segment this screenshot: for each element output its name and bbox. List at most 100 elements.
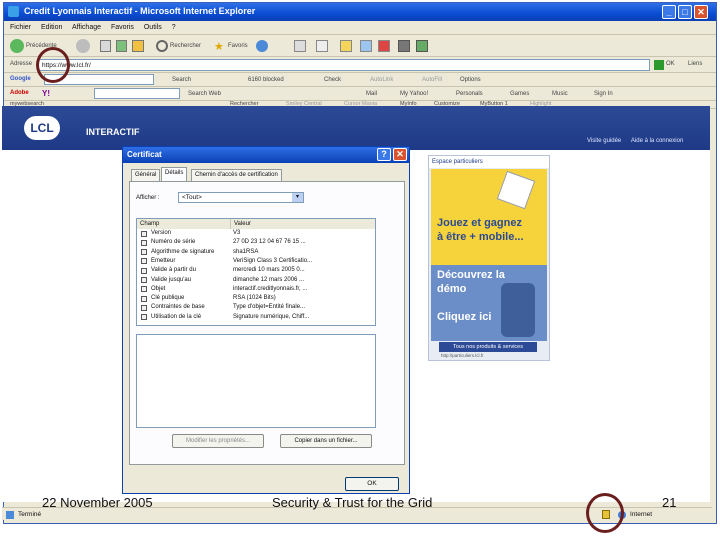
maximize-icon[interactable]: □ (678, 5, 692, 19)
favorites-label[interactable]: Favoris (228, 43, 248, 49)
ok-button[interactable]: OK (345, 477, 399, 491)
products-services-button[interactable]: Tous nos produits & services (439, 342, 537, 352)
field-name: Émetteur (151, 257, 176, 264)
menu-help[interactable]: ? (172, 24, 176, 31)
table-row[interactable]: Clé publique RSA (1024 Bits) (137, 294, 375, 303)
print-icon[interactable] (316, 40, 328, 52)
ie-logo-icon (8, 6, 19, 17)
slide-title: Security & Trust for the Grid (272, 495, 433, 510)
back-arrow-icon[interactable] (10, 39, 24, 53)
messenger-icon[interactable] (398, 40, 410, 52)
yahoo-search-web[interactable]: Search Web (188, 91, 221, 97)
edit-properties-button[interactable]: Modifier les propriétés... (172, 434, 264, 448)
google-options-button[interactable]: Options (460, 77, 481, 83)
field-name: Version (151, 230, 172, 236)
chevron-down-icon[interactable]: ▾ (292, 193, 303, 202)
certificate-field-icon (141, 314, 147, 321)
yahoo-games[interactable]: Games (510, 91, 529, 97)
table-row[interactable]: Émetteur VeriSign Class 3 Certificatio... (137, 257, 375, 266)
lcl-header: LCL INTERACTIF Visite guidée Aide à la c… (2, 106, 710, 150)
field-value: RSA (1024 Bits) (233, 295, 276, 302)
show-label: Afficher : (136, 195, 160, 201)
google-search-button[interactable]: Search (172, 77, 191, 83)
yahoo-sign-in[interactable]: Sign In (594, 91, 613, 97)
go-arrow-icon[interactable] (654, 60, 664, 70)
home-icon[interactable] (132, 40, 144, 52)
table-row[interactable]: Valide jusqu'au dimanche 12 mars 2006 ... (137, 276, 375, 285)
minimize-icon[interactable]: _ (662, 5, 676, 19)
field-name: Objet (151, 285, 166, 292)
visite-guidee-link[interactable]: Visite guidée (587, 138, 621, 144)
menu-affichage[interactable]: Affichage (72, 24, 101, 31)
column-header-field[interactable]: Champ (137, 219, 231, 229)
go-button[interactable]: OK (666, 61, 675, 67)
mail-icon[interactable] (294, 40, 306, 52)
standard-toolbar: Précédente Rechercher ★ Favoris (4, 35, 716, 57)
search-icon[interactable] (156, 40, 168, 52)
history-icon[interactable] (256, 40, 268, 52)
highlight-circle-padlock (586, 493, 624, 533)
yahoo-personals[interactable]: Personals (456, 91, 483, 97)
table-row[interactable]: Algorithme de signature sha1RSA (137, 248, 375, 257)
promo-line-5[interactable]: Cliquez ici (437, 311, 491, 323)
tab-general[interactable]: Général (131, 169, 161, 181)
spell-check-button[interactable]: Check (324, 77, 341, 83)
help-icon[interactable]: ? (377, 148, 391, 161)
yahoo-my-yahoo[interactable]: My Yahoo! (400, 91, 428, 97)
refresh-icon[interactable] (116, 40, 127, 52)
yahoo-mail[interactable]: Mail (366, 91, 377, 97)
yahoo-music[interactable]: Music (552, 91, 568, 97)
addon-icon[interactable] (416, 40, 428, 52)
certificate-field-icon (141, 267, 147, 274)
table-row[interactable]: Valide à partir du mercredi 10 mars 2005 … (137, 266, 375, 275)
field-name: Valide à partir du (151, 267, 196, 274)
copy-to-file-button[interactable]: Copier dans un fichier... (280, 434, 372, 448)
show-select[interactable]: <Tout> (178, 192, 304, 203)
field-value: Signature numérique, Chiff... (233, 313, 310, 320)
table-row[interactable]: Objet interactif.creditlyonnais.fr, ... (137, 285, 375, 294)
promo-line-4: démo (437, 283, 467, 295)
address-input[interactable]: https://www.lcl.fr/ (38, 59, 650, 71)
table-row[interactable]: Utilisation de la clé Signature numérique… (137, 313, 375, 322)
menu-edition[interactable]: Edition (41, 24, 62, 31)
status-text: Terminé (18, 511, 42, 518)
close-icon[interactable]: ✕ (694, 5, 708, 19)
aide-connexion-link[interactable]: Aide à la connexion (631, 138, 683, 144)
address-label: Adresse (10, 61, 33, 67)
tab-certification-path[interactable]: Chemin d'accès de certification (191, 169, 282, 181)
promo-banner[interactable]: Espace particuliers Jouez et gagnez à êt… (428, 155, 550, 361)
lcl-title: INTERACTIF (86, 127, 140, 137)
menu-fichier[interactable]: Fichier (10, 24, 31, 31)
popup-blocked-count[interactable]: 6160 blocked (248, 77, 284, 83)
promo-yellow-panel: Jouez et gagnez à être + mobile... (431, 169, 547, 265)
table-row[interactable]: Version V3 (137, 229, 375, 238)
dialog-close-icon[interactable]: ✕ (393, 148, 407, 161)
table-row[interactable]: Contraintes de base Type d'objet=Entité f… (137, 303, 375, 312)
google-toolbar: Google Search 6160 blocked Check AutoLin… (4, 73, 716, 87)
field-value: interactif.creditlyonnais.fr, ... (233, 285, 308, 292)
tab-details[interactable]: Détails (161, 167, 188, 181)
discuss-icon[interactable] (360, 40, 372, 52)
links-label[interactable]: Liens (688, 61, 702, 67)
search-label[interactable]: Rechercher (170, 43, 201, 49)
yahoo-search-input[interactable] (94, 88, 180, 99)
field-value: VeriSign Class 3 Certificatio... (233, 257, 313, 264)
research-icon[interactable] (378, 40, 390, 52)
field-detail-box[interactable] (136, 334, 376, 428)
edit-icon[interactable] (340, 40, 352, 52)
menu-outils[interactable]: Outils (144, 24, 162, 31)
slide-page-number: 21 (662, 495, 677, 510)
table-row[interactable]: Numéro de série 27 0D 23 12 04 67 76 15 .… (137, 238, 375, 247)
lcl-logo[interactable]: LCL (24, 116, 60, 140)
promo-url: http://particuliers.lcl.fr (441, 353, 484, 358)
zone-label: Internet (630, 511, 653, 518)
favorites-star-icon[interactable]: ★ (214, 40, 226, 53)
forward-arrow-icon[interactable] (76, 39, 90, 53)
certificate-field-icon (141, 295, 147, 302)
menu-favoris[interactable]: Favoris (111, 24, 134, 31)
column-header-value[interactable]: Valeur (231, 219, 375, 229)
autofill-button[interactable]: AutoFill (422, 77, 442, 83)
certificate-field-icon (141, 286, 147, 293)
stop-icon[interactable] (100, 40, 111, 52)
autolink-button[interactable]: AutoLink (370, 77, 393, 83)
